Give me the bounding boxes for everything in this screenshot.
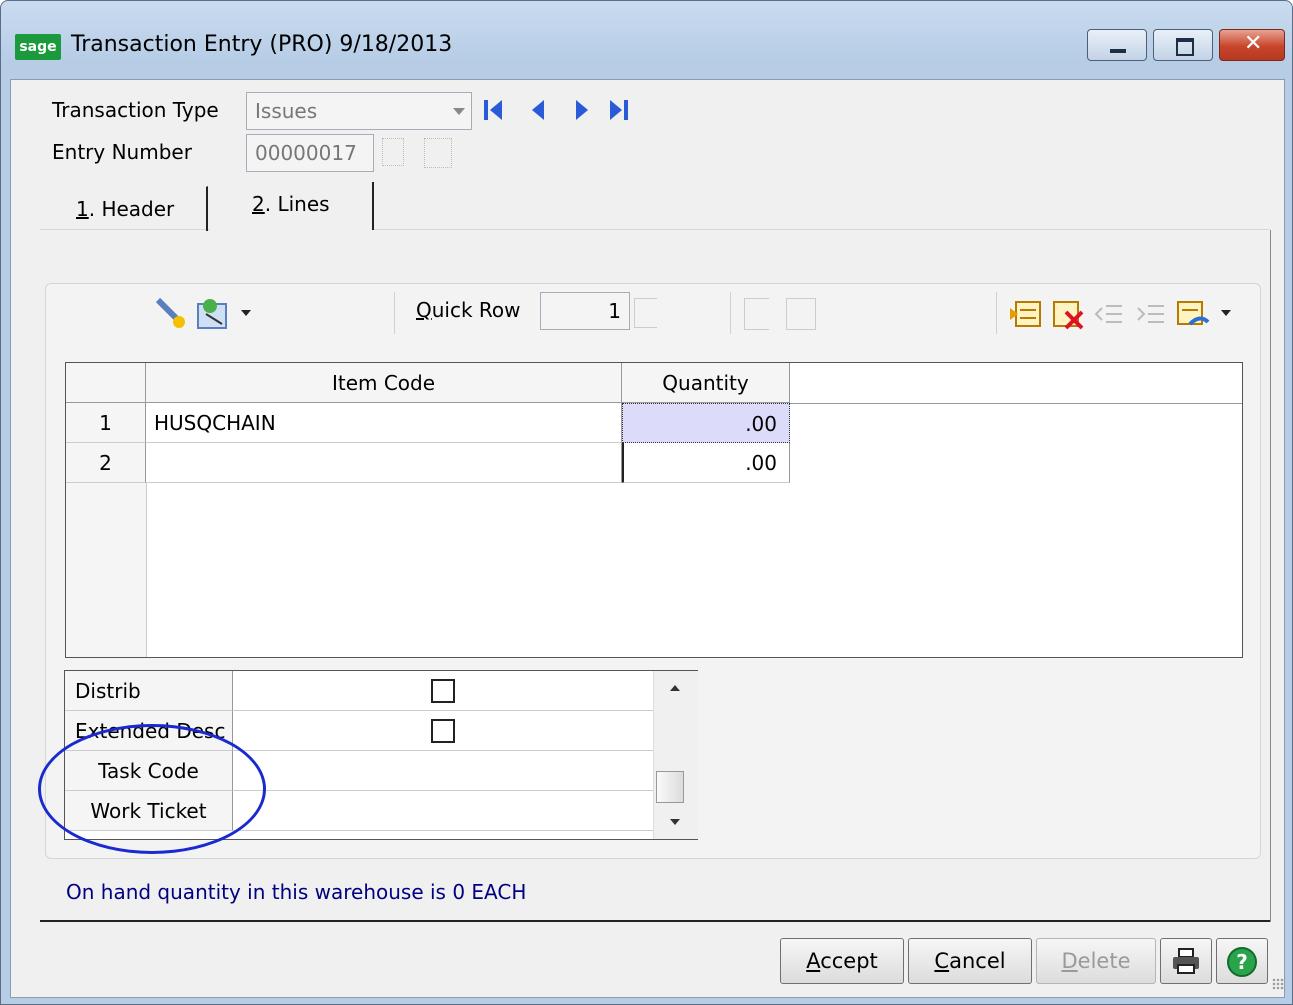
grid-corner (66, 363, 146, 403)
quick-row-value: 1 (608, 299, 621, 323)
property-label: Distrib Required (65, 671, 233, 743)
window-title: Transaction Entry (PRO) 9/18/2013 (71, 32, 453, 57)
close-button[interactable]: ✕ (1219, 29, 1285, 61)
column-header-quantity[interactable]: Quantity (622, 363, 790, 403)
title-bar[interactable]: sage Transaction Entry (PRO) 9/18/2013 ✕ (1, 1, 1292, 79)
quantity-cell[interactable]: .00 (622, 403, 790, 443)
lines-grid[interactable]: Item Code Quantity 1 HUSQCHAIN .00 2 .00 (65, 362, 1243, 658)
printer-icon (1173, 948, 1199, 974)
entry-number-field[interactable]: 00000017 (246, 134, 374, 172)
tab-header-label: . Header (88, 197, 175, 221)
item-code-cell[interactable]: HUSQCHAIN (146, 403, 622, 443)
dropdown-arrow-icon[interactable] (1220, 308, 1232, 318)
entry-number-label: Entry Number (52, 140, 192, 164)
help-button[interactable]: ? (1216, 938, 1268, 984)
help-icon: ? (1227, 947, 1257, 977)
vertical-scrollbar[interactable] (653, 671, 698, 839)
tab-header-hotkey: 1 (76, 197, 89, 221)
resize-grip-icon[interactable] (1272, 978, 1284, 990)
distrib-required-checkbox[interactable] (431, 679, 455, 703)
copy-row-icon[interactable] (786, 298, 816, 330)
delete-line-icon[interactable] (1052, 298, 1086, 330)
row-number[interactable]: 2 (66, 443, 146, 483)
quick-row-go-icon[interactable] (634, 298, 657, 328)
item-lookup-icon[interactable] (154, 296, 188, 330)
customize-grid-icon[interactable] (1176, 298, 1210, 330)
copy-entry-icon[interactable] (424, 138, 452, 168)
item-code-cell[interactable] (146, 443, 622, 483)
minimize-button[interactable] (1087, 29, 1147, 61)
sage-logo-icon: sage (15, 34, 61, 60)
maximize-button[interactable] (1153, 29, 1213, 61)
scroll-thumb[interactable] (656, 771, 684, 803)
next-number-icon[interactable] (382, 138, 404, 166)
first-record-icon[interactable] (482, 98, 504, 122)
maximize-icon (1176, 38, 1194, 56)
tab-lines-hotkey: 2 (252, 192, 265, 216)
dropdown-arrow-icon (453, 108, 465, 115)
tab-header[interactable]: 1. Header (40, 186, 208, 231)
column-header-item-code[interactable]: Item Code (146, 363, 622, 403)
work-ticket-field[interactable] (233, 791, 653, 831)
tab-lines[interactable]: 2. Lines (210, 182, 374, 230)
quick-row-label: Quick Row (416, 298, 521, 322)
tab-lines-label: . Lines (264, 192, 330, 216)
toolbar-separator (730, 292, 731, 334)
previous-record-icon[interactable] (528, 98, 550, 122)
minimize-icon (1110, 49, 1126, 53)
next-record-icon[interactable] (570, 98, 592, 122)
transaction-type-value: Issues (255, 99, 318, 123)
transaction-type-label: Transaction Type (52, 98, 219, 122)
row-number[interactable]: 1 (66, 403, 146, 443)
highlight-annotation-circle (38, 724, 266, 854)
insert-line-icon[interactable] (1010, 298, 1044, 330)
cancel-button[interactable]: Cancel (908, 938, 1032, 984)
scroll-up-icon[interactable] (668, 683, 682, 693)
toolbar-separator (394, 292, 395, 334)
grid-row-gutter (66, 483, 147, 657)
insert-row-icon[interactable] (744, 298, 769, 330)
toolbar-separator (996, 292, 997, 334)
quick-row-field[interactable]: 1 (540, 292, 630, 330)
last-record-icon[interactable] (608, 98, 630, 122)
close-icon: ✕ (1244, 31, 1263, 56)
scroll-down-icon[interactable] (668, 817, 682, 827)
print-button[interactable] (1160, 938, 1212, 984)
bottom-divider (40, 920, 1270, 922)
indent-left-icon (1094, 305, 1122, 323)
item-inquiry-icon[interactable] (196, 296, 230, 330)
svg-text:?: ? (1236, 950, 1248, 974)
transaction-type-select[interactable]: Issues (246, 92, 472, 130)
status-message: On hand quantity in this warehouse is 0 … (66, 880, 527, 904)
delete-button[interactable]: Delete (1036, 938, 1156, 984)
dropdown-arrow-icon[interactable] (240, 308, 252, 318)
distrib-required-cell (233, 671, 653, 711)
quantity-cell[interactable]: .00 (622, 443, 790, 483)
task-code-field[interactable] (233, 751, 653, 791)
indent-right-icon (1137, 305, 1164, 323)
extended-desc-checkbox[interactable] (431, 719, 455, 743)
accept-button[interactable]: Accept (780, 938, 904, 984)
header-filler (790, 363, 1242, 404)
extended-desc-cell (233, 711, 653, 751)
entry-number-value: 00000017 (255, 141, 357, 165)
